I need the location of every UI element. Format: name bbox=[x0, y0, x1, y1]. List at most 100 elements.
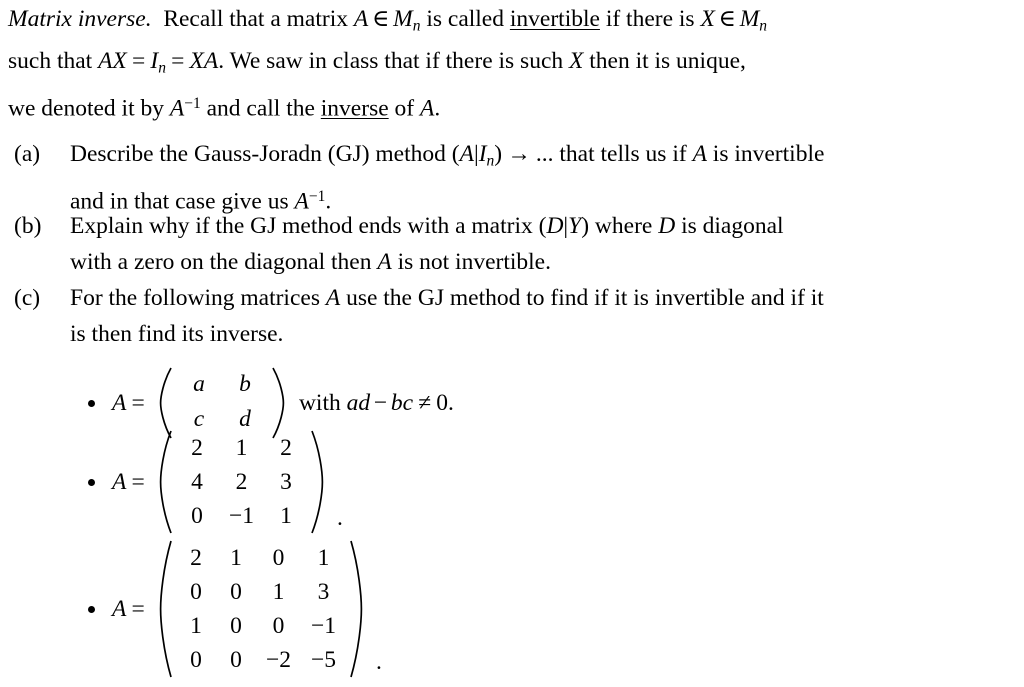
right-paren-icon bbox=[350, 540, 363, 678]
cell: 1 bbox=[317, 545, 330, 571]
item-a-ellipsis: ... bbox=[535, 141, 554, 167]
item-a-body: Describe the Gauss-Joradn (GJ) method (A… bbox=[70, 137, 1016, 220]
cell: −1 bbox=[228, 503, 254, 529]
item-a-var-I: I bbox=[478, 141, 487, 167]
cell: 1 bbox=[235, 435, 248, 461]
intro-l2-a: such that bbox=[8, 47, 99, 74]
item-b-l1-a: Explain why if the GJ method ends with a… bbox=[70, 213, 547, 239]
intro-paragraph: Matrix inverse. Recall that a matrix A ∈ M… bbox=[8, 2, 1010, 127]
cell: 0 bbox=[272, 545, 285, 571]
item-c-line-1: For the following matrices A use the GJ … bbox=[70, 281, 1016, 317]
intro-l3-sup: −1 bbox=[184, 94, 201, 112]
cell: 0 bbox=[190, 647, 202, 673]
left-paren-icon bbox=[159, 540, 172, 678]
cell: 3 bbox=[317, 579, 330, 605]
cell: 0 bbox=[230, 613, 242, 639]
intro-l1-sub-n2: n bbox=[759, 17, 768, 35]
bullet-dot-icon bbox=[88, 478, 95, 486]
intro-underlined-inverse: inverse bbox=[320, 95, 389, 122]
item-a-var-A2: A bbox=[692, 141, 707, 167]
intro-l1-in: ∈ bbox=[371, 6, 390, 32]
cell: 2 bbox=[191, 435, 203, 461]
item-a-var-A: A bbox=[459, 141, 474, 167]
cell: 0 bbox=[230, 647, 242, 673]
intro-l3-d: . bbox=[434, 95, 441, 122]
intro-l1-var-A: A bbox=[353, 6, 369, 32]
enumerated-item-c: (c) For the following matrices A use the… bbox=[14, 281, 1016, 352]
item-c-l1-a: For the following matrices bbox=[70, 285, 326, 311]
item-b-line-2: with a zero on the diagonal then A is no… bbox=[70, 245, 1016, 281]
intro-l3-c: of bbox=[388, 95, 420, 122]
item-b-l1-b: where bbox=[589, 213, 659, 239]
intro-l1-var-X: X bbox=[700, 6, 715, 32]
intro-l2-b: . We saw in class that if there is such bbox=[218, 47, 569, 74]
enumerated-item-b: (b) Explain why if the GJ method ends wi… bbox=[14, 209, 1016, 280]
item-a-l1-c: is invertible bbox=[706, 141, 825, 167]
intro-l2-AX: AX bbox=[98, 47, 127, 74]
bullet1-condition: with ad − bc ≠ 0. bbox=[298, 389, 454, 416]
bullet3-a-equals: A = bbox=[112, 595, 145, 622]
item-c-label: (c) bbox=[14, 285, 41, 311]
intro-l2-sub-n: n bbox=[158, 59, 166, 77]
enumerated-item-a: (a) Describe the Gauss-Joradn (GJ) metho… bbox=[14, 137, 1016, 220]
item-a-label: (a) bbox=[14, 141, 41, 167]
matrix-3x3-grid: 2 1 2 4 2 3 0 −1 1 bbox=[172, 430, 311, 534]
cell: 2 bbox=[280, 435, 292, 461]
item-b-var-D: D bbox=[546, 213, 564, 239]
item-a-l1-b: that tells us if bbox=[553, 141, 693, 167]
cell: 1 bbox=[190, 613, 202, 639]
item-b-var-D2: D bbox=[658, 213, 676, 239]
matrix-2x2-grid: a b c d bbox=[172, 367, 272, 439]
item-c-line-2: is then find its inverse. bbox=[70, 320, 284, 347]
cell: 3 bbox=[280, 469, 292, 495]
matrix-4x4: 2 1 0 1 0 0 1 3 1 0 0 −1 0 0 −2 −5 bbox=[159, 540, 363, 678]
matrix-bullet-2x2: A = a b c d with ad − bc ≠ 0. bbox=[88, 367, 454, 439]
intro-l2-eq2: = bbox=[171, 47, 185, 74]
intro-line-1: Matrix inverse. Recall that a matrix A ∈ M… bbox=[8, 2, 1010, 44]
intro-line-2: such that AX = In = XA. We saw in class that… bbox=[8, 44, 1010, 86]
cell: 1 bbox=[280, 503, 292, 529]
intro-l1-in2: ∈ bbox=[718, 6, 736, 32]
bullet2-a-equals: A = bbox=[112, 468, 145, 495]
cell: −1 bbox=[310, 613, 336, 639]
matrix-bullet-3x3: A = 2 1 2 4 2 3 0 −1 1 . bbox=[88, 430, 343, 534]
item-b-line-1: Explain why if the GJ method ends with a… bbox=[70, 209, 1016, 245]
item-b-label: (b) bbox=[14, 213, 42, 239]
bullet-dot-icon bbox=[88, 605, 95, 613]
intro-l2-XA: XA bbox=[189, 47, 219, 74]
intro-l1-a: Recall that a matrix bbox=[163, 6, 354, 32]
cell: 4 bbox=[191, 469, 203, 495]
item-c-var-A: A bbox=[325, 285, 341, 311]
cell: 1 bbox=[272, 579, 285, 605]
intro-l1-var-M: M bbox=[393, 6, 413, 32]
item-a-line-1: Describe the Gauss-Joradn (GJ) method (A… bbox=[70, 137, 1016, 179]
item-b-var-Y: Y bbox=[568, 213, 582, 239]
cell: 0 bbox=[230, 579, 242, 605]
intro-l3-a: we denoted it by bbox=[8, 95, 170, 122]
item-b-close-paren: ) bbox=[581, 213, 590, 239]
right-paren-icon bbox=[311, 430, 324, 534]
intro-l2-eq1: = bbox=[131, 47, 146, 74]
item-a-l2-sup: −1 bbox=[308, 187, 326, 205]
item-b-l2-A: A bbox=[377, 248, 392, 275]
matrix-4x4-grid: 2 1 0 1 0 0 1 3 1 0 0 −1 0 0 −2 −5 bbox=[172, 540, 350, 678]
item-b-l2-a: with a zero on the diagonal then bbox=[70, 248, 378, 275]
left-paren-icon bbox=[159, 430, 172, 534]
cell: 0 bbox=[191, 503, 203, 529]
intro-l1-var-M2: M bbox=[739, 6, 760, 32]
intro-l2-X: X bbox=[569, 47, 584, 74]
bullet3-period: . bbox=[375, 649, 382, 675]
intro-l3-A2: A bbox=[419, 95, 435, 122]
cell: −2 bbox=[265, 647, 291, 673]
left-paren-icon bbox=[159, 367, 172, 439]
item-a-l1-a: Describe the Gauss-Joradn (GJ) method ( bbox=[70, 141, 460, 167]
item-b-body: Explain why if the GJ method ends with a… bbox=[70, 209, 1016, 280]
cell: 0 bbox=[272, 613, 285, 639]
item-a-close-paren: ) bbox=[494, 141, 503, 167]
intro-line-3: we denoted it by A−1 and call the invers… bbox=[8, 86, 1010, 127]
item-a-arrow-icon: → bbox=[507, 141, 531, 167]
cell: 1 bbox=[230, 545, 242, 571]
matrix-3x3: 2 1 2 4 2 3 0 −1 1 bbox=[159, 430, 324, 534]
cell: 0 bbox=[190, 579, 202, 605]
right-paren-icon bbox=[272, 367, 285, 439]
